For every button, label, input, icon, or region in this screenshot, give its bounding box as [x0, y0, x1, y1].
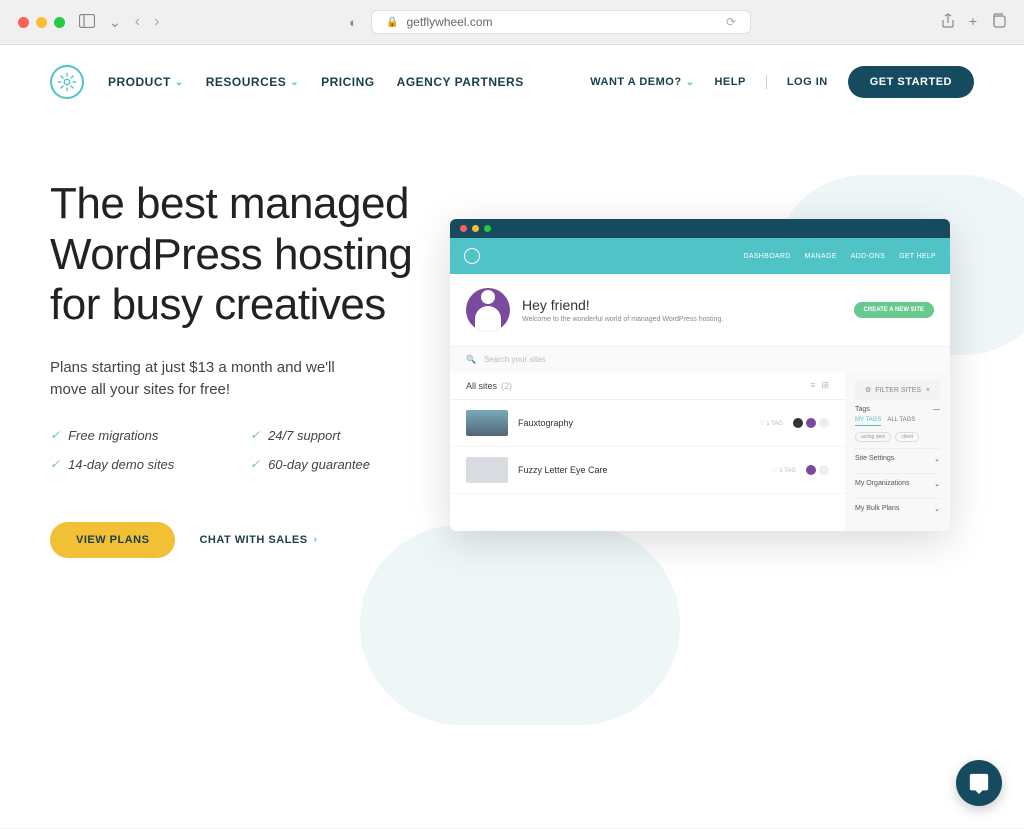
- divider: [766, 75, 767, 89]
- all-sites-header: All sites (2) ≡⊞: [450, 372, 845, 400]
- cta-row: VIEW PLANS CHAT WITH SALES›: [50, 522, 430, 558]
- create-site-button: CREATE A NEW SITE: [854, 302, 934, 318]
- search-icon: 🔍: [466, 355, 476, 364]
- nav-login[interactable]: LOG IN: [787, 76, 828, 88]
- chevron-down-icon[interactable]: ⌄: [109, 14, 121, 31]
- dashboard-titlebar: [450, 219, 950, 238]
- dashboard-nav-item: DASHBOARD: [744, 253, 791, 260]
- sidebar-orgs: My Organizations⌄: [855, 480, 940, 488]
- sidebar-settings: Site Settings⌄: [855, 455, 940, 463]
- browser-toolbar: ⌄ ‹ › ◐ 🔒 getflywheel.com ⟳ +: [0, 0, 1024, 45]
- hero-section: The best managed WordPress hosting for b…: [0, 119, 1024, 588]
- check-icon: ✓: [250, 457, 260, 471]
- maximize-icon: [484, 225, 491, 232]
- view-plans-button[interactable]: VIEW PLANS: [50, 522, 175, 558]
- feature-item: ✓14-day demo sites: [50, 457, 230, 472]
- back-button[interactable]: ‹: [135, 13, 140, 31]
- hero-title: The best managed WordPress hosting for b…: [50, 179, 430, 331]
- get-started-button[interactable]: GET STARTED: [848, 66, 974, 98]
- minimize-window-icon[interactable]: [36, 17, 47, 28]
- address-bar[interactable]: 🔒 getflywheel.com ⟳: [371, 10, 751, 34]
- close-icon: [460, 225, 467, 232]
- welcome-text: Welcome to the wonderful world of manage…: [522, 316, 723, 323]
- feature-item: ✓24/7 support: [250, 428, 430, 443]
- site-thumbnail: [466, 457, 508, 483]
- nav-agency-partners[interactable]: AGENCY PARTNERS: [397, 75, 524, 89]
- primary-nav: PRODUCT⌄ RESOURCES⌄ PRICING AGENCY PARTN…: [108, 75, 524, 89]
- close-window-icon[interactable]: [18, 17, 29, 28]
- nav-product[interactable]: PRODUCT⌄: [108, 75, 184, 89]
- forward-button[interactable]: ›: [154, 13, 159, 31]
- nav-help[interactable]: HELP: [714, 76, 745, 88]
- tabs-icon[interactable]: [991, 13, 1006, 32]
- site-header: PRODUCT⌄ RESOURCES⌄ PRICING AGENCY PARTN…: [0, 45, 1024, 119]
- nav-demo[interactable]: WANT A DEMO?⌄: [590, 76, 694, 88]
- feature-item: ✓60-day guarantee: [250, 457, 430, 472]
- dashboard-logo: [464, 248, 480, 264]
- feature-item: ✓Free migrations: [50, 428, 230, 443]
- sidebar-bulk: My Bulk Plans⌄: [855, 505, 940, 513]
- nav-resources[interactable]: RESOURCES⌄: [206, 75, 299, 89]
- search-placeholder: Search your sites: [484, 355, 546, 364]
- dashboard-nav-item: MANAGE: [805, 253, 837, 260]
- chevron-down-icon: ⌄: [290, 77, 299, 88]
- hero-subtitle: Plans starting at just $13 a month and w…: [50, 357, 350, 402]
- chevron-down-icon: ⌄: [175, 77, 184, 88]
- dashboard-preview: DASHBOARD MANAGE ADD-ONS GET HELP Hey fr…: [450, 179, 974, 558]
- site-name: Fuzzy Letter Eye Care: [518, 465, 762, 475]
- shield-icon[interactable]: ◐: [349, 15, 357, 30]
- check-icon: ✓: [250, 428, 260, 442]
- dashboard-search: 🔍 Search your sites: [450, 346, 950, 372]
- tag-count: ♡ 1 TAG: [759, 420, 783, 427]
- tag-tabs: MY TAGSALL TAGS: [855, 417, 940, 426]
- dashboard-window: DASHBOARD MANAGE ADD-ONS GET HELP Hey fr…: [450, 219, 950, 531]
- filter-sites: ⚙FILTER SITES×: [855, 380, 940, 400]
- dashboard-nav-item: ADD-ONS: [851, 253, 885, 260]
- tags-title: Tags—: [855, 406, 940, 413]
- dashboard-nav: DASHBOARD MANAGE ADD-ONS GET HELP: [450, 238, 950, 274]
- hero-copy: The best managed WordPress hosting for b…: [50, 179, 430, 558]
- sidebar-toggle-icon[interactable]: ⌄: [79, 14, 121, 31]
- check-icon: ✓: [50, 428, 60, 442]
- url-text: getflywheel.com: [406, 15, 492, 29]
- refresh-icon[interactable]: ⟳: [726, 15, 736, 29]
- dashboard-sidebar: ⚙FILTER SITES× Tags— MY TAGSALL TAGS act…: [845, 372, 950, 531]
- new-tab-icon[interactable]: +: [969, 13, 977, 32]
- dashboard-welcome: Hey friend! Welcome to the wonderful wor…: [450, 274, 950, 346]
- nav-pricing[interactable]: PRICING: [321, 75, 375, 89]
- dashboard-nav-item: GET HELP: [899, 253, 936, 260]
- share-icon[interactable]: [941, 13, 955, 32]
- chevron-right-icon: ›: [314, 534, 318, 545]
- flywheel-logo[interactable]: [50, 65, 84, 99]
- minimize-icon: [472, 225, 479, 232]
- chat-widget-button[interactable]: [956, 760, 1002, 806]
- site-row: Fauxtography ♡ 1 TAG: [450, 400, 845, 447]
- view-toggle: ≡⊞: [810, 380, 829, 391]
- lock-icon: 🔒: [386, 17, 398, 28]
- greeting-text: Hey friend!: [522, 297, 723, 313]
- maximize-window-icon[interactable]: [54, 17, 65, 28]
- site-row: Fuzzy Letter Eye Care ♡ 1 TAG: [450, 447, 845, 494]
- secondary-nav: WANT A DEMO?⌄ HELP LOG IN GET STARTED: [590, 66, 974, 98]
- chat-with-sales-link[interactable]: CHAT WITH SALES›: [199, 534, 317, 546]
- tag-count: ♡ 1 TAG: [772, 467, 796, 474]
- site-name: Fauxtography: [518, 418, 749, 428]
- page-content: PRODUCT⌄ RESOURCES⌄ PRICING AGENCY PARTN…: [0, 45, 1024, 828]
- check-icon: ✓: [50, 457, 60, 471]
- chevron-down-icon: ⌄: [686, 77, 695, 88]
- avatar: [466, 288, 510, 332]
- feature-list: ✓Free migrations ✓24/7 support ✓14-day d…: [50, 428, 430, 472]
- site-thumbnail: [466, 410, 508, 436]
- window-controls: [18, 17, 65, 28]
